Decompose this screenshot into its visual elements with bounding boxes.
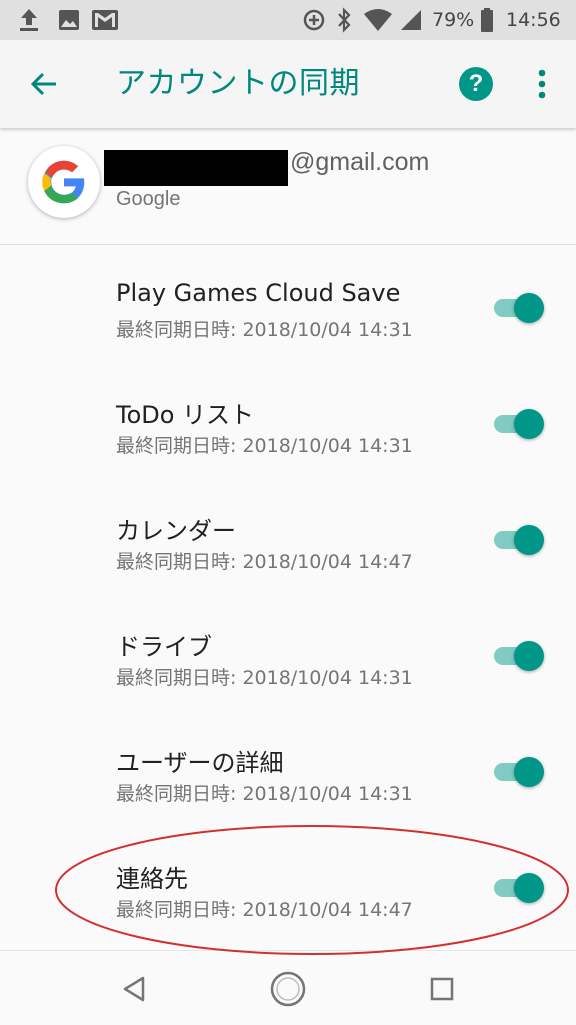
back-triangle-icon — [123, 976, 145, 1002]
help-icon: ? — [459, 67, 493, 101]
sync-item-user-details[interactable]: ユーザーの詳細 最終同期日時: 2018/10/04 14:31 — [0, 709, 576, 825]
sync-item-calendar[interactable]: カレンダー 最終同期日時: 2018/10/04 14:47 — [0, 477, 576, 593]
redacted-email-name — [104, 150, 288, 186]
account-provider: Google — [116, 188, 181, 210]
battery-icon — [478, 0, 496, 40]
sync-toggle[interactable] — [494, 639, 546, 671]
sync-toggle[interactable] — [494, 871, 546, 903]
sync-toggle[interactable] — [494, 291, 546, 323]
signal-icon — [398, 0, 424, 40]
help-button[interactable]: ? — [454, 62, 498, 106]
image-icon — [56, 0, 82, 40]
nav-home-button[interactable] — [262, 963, 314, 1015]
sync-item-contacts[interactable]: 連絡先 最終同期日時: 2018/10/04 14:47 — [0, 825, 576, 941]
google-g-icon — [42, 160, 85, 204]
more-options-button[interactable] — [524, 62, 560, 106]
nav-recents-button[interactable] — [416, 963, 468, 1015]
sync-item-last-synced: 最終同期日時: 2018/10/04 14:31 — [116, 319, 413, 341]
toggle-thumb — [514, 525, 544, 555]
more-vert-icon — [538, 69, 546, 99]
sync-item-last-synced: 最終同期日時: 2018/10/04 14:31 — [116, 667, 413, 689]
arrow-back-icon — [30, 72, 56, 96]
sync-item-title: ToDo リスト — [116, 401, 255, 429]
data-saver-icon — [300, 0, 328, 40]
recents-square-icon — [430, 977, 454, 1001]
sync-item-todo[interactable]: ToDo リスト 最終同期日時: 2018/10/04 14:31 — [0, 361, 576, 477]
sync-toggle[interactable] — [494, 523, 546, 555]
upload-icon — [14, 0, 44, 40]
sync-list: Play Games Cloud Save 最終同期日時: 2018/10/04… — [0, 245, 576, 941]
status-bar: 79% 14:56 — [0, 0, 576, 40]
sync-item-title: Play Games Cloud Save — [116, 279, 401, 307]
toggle-thumb — [514, 409, 544, 439]
home-circle-icon — [270, 971, 306, 1007]
account-email: @gmail.com — [290, 148, 430, 176]
gmail-icon — [90, 0, 120, 40]
sync-item-play-games[interactable]: Play Games Cloud Save 最終同期日時: 2018/10/04… — [0, 245, 576, 361]
sync-item-last-synced: 最終同期日時: 2018/10/04 14:31 — [116, 783, 413, 805]
sync-toggle[interactable] — [494, 755, 546, 787]
toggle-thumb — [514, 873, 544, 903]
sync-item-last-synced: 最終同期日時: 2018/10/04 14:47 — [116, 551, 413, 573]
sync-item-last-synced: 最終同期日時: 2018/10/04 14:47 — [116, 899, 413, 921]
back-button[interactable] — [20, 60, 68, 108]
app-bar: アカウントの同期 ? — [0, 40, 576, 128]
battery-percent: 79% — [432, 9, 475, 31]
sync-item-title: カレンダー — [116, 517, 236, 545]
page-title: アカウントの同期 — [116, 66, 360, 101]
toggle-thumb — [514, 757, 544, 787]
clock: 14:56 — [506, 9, 561, 31]
sync-item-drive[interactable]: ドライブ 最終同期日時: 2018/10/04 14:31 — [0, 593, 576, 709]
sync-item-title: ドライブ — [116, 633, 212, 661]
sync-item-title: 連絡先 — [116, 865, 188, 893]
nav-back-button[interactable] — [108, 963, 160, 1015]
avatar — [28, 146, 100, 218]
account-header: @gmail.com Google — [0, 130, 576, 244]
sync-item-title: ユーザーの詳細 — [116, 749, 284, 777]
toggle-thumb — [514, 293, 544, 323]
sync-toggle[interactable] — [494, 407, 546, 439]
sync-item-last-synced: 最終同期日時: 2018/10/04 14:31 — [116, 435, 413, 457]
toggle-thumb — [514, 641, 544, 671]
bluetooth-icon — [334, 0, 354, 40]
navigation-bar — [0, 950, 576, 1025]
wifi-icon — [362, 0, 394, 40]
